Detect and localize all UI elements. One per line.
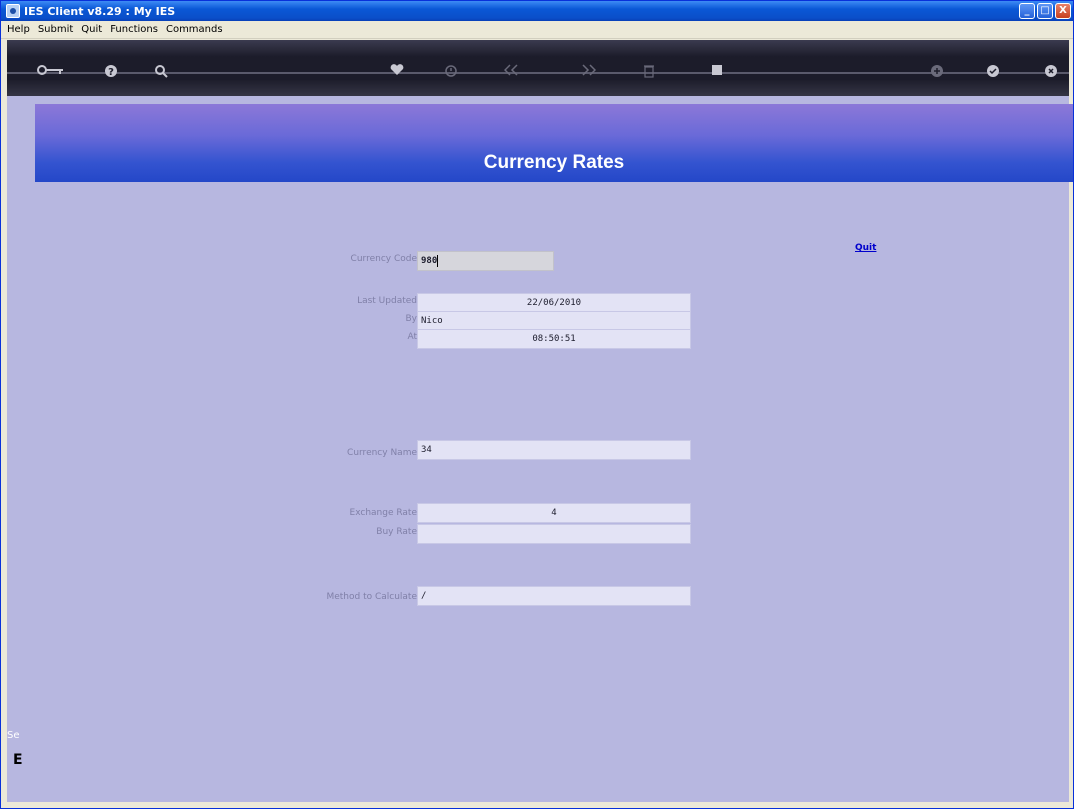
text-cursor	[437, 254, 439, 267]
currency-name-field[interactable]: 34	[417, 440, 691, 460]
by-label: By	[405, 314, 417, 324]
last-updated-label: Last Updated	[357, 296, 417, 306]
trash-icon[interactable]	[639, 64, 659, 82]
currency-code-label: Currency Code	[350, 254, 417, 264]
minimize-button[interactable]: _	[1019, 3, 1035, 19]
buy-rate-label: Buy Rate	[376, 527, 417, 537]
method-field[interactable]: /	[417, 586, 691, 606]
window-controls: _ □ X	[1019, 3, 1071, 19]
check-icon[interactable]	[983, 64, 1003, 82]
help-icon[interactable]: ?	[101, 64, 121, 82]
stop-icon[interactable]	[707, 64, 727, 80]
by-field[interactable]: Nico	[417, 311, 691, 331]
quit-link[interactable]: Quit	[855, 243, 876, 253]
side-value: E	[13, 752, 23, 768]
maximize-button[interactable]: □	[1037, 3, 1053, 19]
plus-icon[interactable]	[927, 64, 947, 82]
menu-bar: Help Submit Quit Functions Commands	[1, 21, 1073, 39]
svg-text:?: ?	[108, 67, 114, 78]
menu-help[interactable]: Help	[7, 24, 30, 35]
title-bar[interactable]: IES Client v8.29 : My IES _ □ X	[1, 1, 1073, 21]
app-icon	[6, 4, 20, 18]
form-area: Currency Rates Quit Currency Code 980 La…	[7, 96, 1073, 802]
close-icon[interactable]	[1041, 64, 1061, 82]
exchange-rate-label: Exchange Rate	[349, 508, 417, 518]
last-updated-field[interactable]: 22/06/2010	[417, 293, 691, 313]
exchange-rate-field[interactable]: 4	[417, 503, 691, 523]
app-window: IES Client v8.29 : My IES _ □ X Help Sub…	[0, 0, 1074, 809]
menu-functions[interactable]: Functions	[110, 24, 158, 35]
close-button[interactable]: X	[1055, 3, 1071, 19]
clock-icon[interactable]	[441, 64, 461, 82]
currency-code-field[interactable]: 980	[417, 251, 554, 271]
at-label: At	[407, 332, 417, 342]
rewind-icon[interactable]	[501, 64, 521, 80]
buy-rate-field[interactable]	[417, 524, 691, 544]
menu-submit[interactable]: Submit	[38, 24, 73, 35]
toolbar: ?	[7, 40, 1069, 96]
menu-quit[interactable]: Quit	[81, 24, 102, 35]
menu-commands[interactable]: Commands	[166, 24, 223, 35]
page-banner: Currency Rates	[35, 104, 1073, 182]
fast-forward-icon[interactable]	[579, 64, 599, 80]
side-label: Se	[7, 730, 20, 741]
at-field[interactable]: 08:50:51	[417, 329, 691, 349]
currency-code-value: 980	[421, 256, 438, 266]
search-icon[interactable]	[151, 64, 171, 82]
page-title: Currency Rates	[483, 152, 625, 173]
currency-name-label: Currency Name	[347, 448, 417, 458]
key-icon[interactable]	[37, 64, 65, 80]
window-title: IES Client v8.29 : My IES	[24, 4, 176, 18]
method-label: Method to Calculate	[326, 592, 417, 602]
heart-icon[interactable]	[387, 64, 407, 80]
